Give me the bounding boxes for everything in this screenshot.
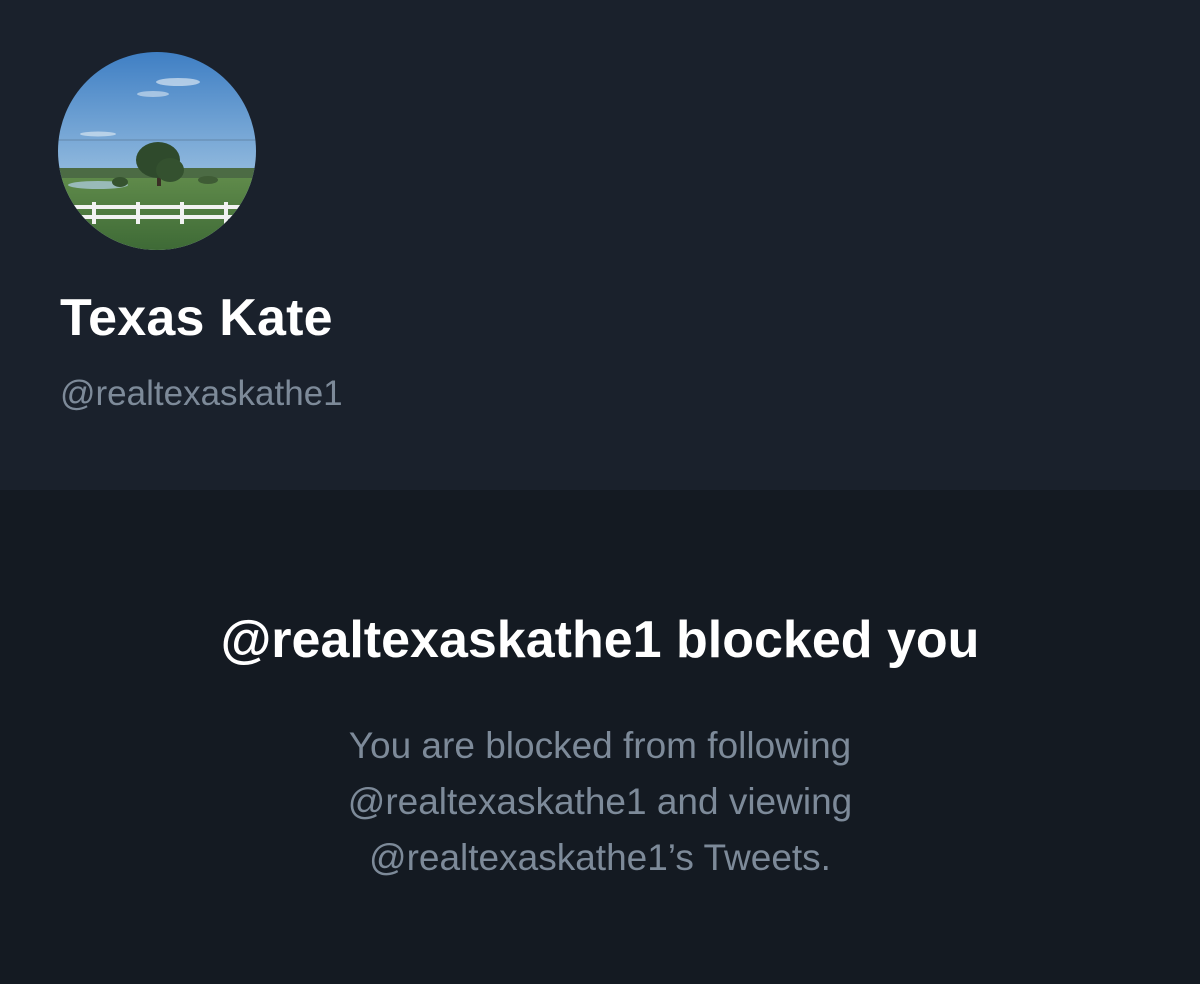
blocked-message: You are blocked from following @realtexa… bbox=[200, 718, 1000, 886]
blocked-title: @realtexaskathe1 blocked you bbox=[220, 611, 980, 669]
blocked-message-line: @realtexaskathe1’s Tweets. bbox=[369, 837, 831, 878]
profile-page: Texas Kate @realtexaskathe1 @realtexaska… bbox=[0, 0, 1200, 984]
blocked-message-line: You are blocked from following bbox=[348, 725, 852, 766]
blocked-message-line: @realtexaskathe1 and viewing bbox=[347, 781, 853, 822]
profile-header: Texas Kate @realtexaskathe1 bbox=[0, 0, 1200, 490]
profile-display-name: Texas Kate bbox=[60, 289, 333, 347]
avatar-landscape-image bbox=[58, 52, 256, 250]
avatar[interactable] bbox=[58, 52, 256, 250]
blocked-notice: @realtexaskathe1 blocked you You are blo… bbox=[0, 490, 1200, 984]
profile-handle: @realtexaskathe1 bbox=[60, 374, 343, 413]
